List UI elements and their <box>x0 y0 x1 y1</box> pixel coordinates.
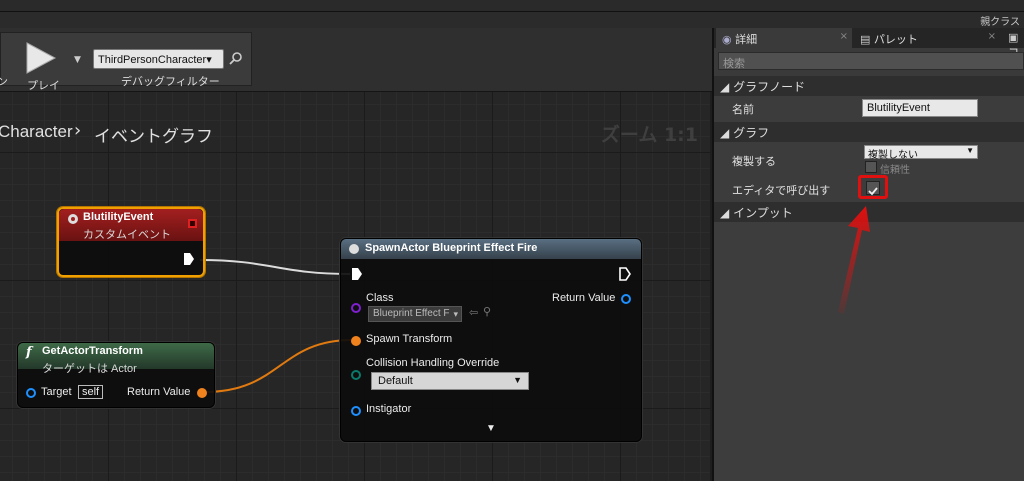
play-icon <box>26 42 57 74</box>
class-select-value: Blueprint Effect F <box>373 308 450 319</box>
chevron-down-icon: ▼ <box>513 375 522 385</box>
play-options-dropdown[interactable]: ▼ <box>74 55 81 65</box>
get-actor-transform-subtitle: ターゲットは Actor <box>42 363 137 375</box>
custom-event-node[interactable]: BlutilityEvent カスタムイベント <box>57 207 205 277</box>
title-bar: 親クラス <box>0 12 1024 28</box>
details-panel: ◉ 詳細 × ▤ パレット × ▣ コ 検索 ◢ グラフノード 名前 Blu <box>712 28 1024 481</box>
event-icon <box>68 214 78 224</box>
collision-pin-icon[interactable] <box>351 370 361 380</box>
replicate-row: 複製する 複製しない ▼ 信頼性 <box>714 142 1024 176</box>
blueprint-editor-window: 親クラス ン プレイ ▼ ThirdPersonCharacter▾ デバッグフ… <box>0 0 1024 481</box>
reliable-checkbox[interactable] <box>865 161 877 173</box>
transform-wire <box>204 339 353 393</box>
target-label: Target <box>41 386 72 398</box>
spawn-transform-pin-icon[interactable] <box>351 336 361 346</box>
browse-search-icon[interactable]: ⚲ <box>483 305 491 318</box>
instigator-label: Instigator <box>366 403 412 415</box>
collision-select-value: Default <box>378 375 413 387</box>
annotation-arrow-icon <box>838 206 870 314</box>
advanced-expand-icon[interactable]: ▼ <box>486 423 496 434</box>
tab-details[interactable]: ◉ 詳細 × <box>716 28 852 48</box>
window-title: 親クラス <box>980 17 1020 28</box>
name-label: 名前 <box>732 103 754 116</box>
search-placeholder: 検索 <box>723 57 745 70</box>
custom-event-title: BlutilityEvent <box>83 211 154 223</box>
class-pin-icon[interactable] <box>351 303 361 313</box>
play-button[interactable]: プレイ <box>21 41 73 92</box>
custom-event-header: BlutilityEvent カスタムイベント <box>59 209 203 241</box>
spawn-transform-label: Spawn Transform <box>366 333 453 345</box>
spawn-actor-title: SpawnActor Blueprint Effect Fire <box>365 242 538 254</box>
section-graph-node-label: グラフノード <box>733 80 806 94</box>
spawn-actor-node[interactable]: SpawnActor Blueprint Effect Fire Class B… <box>340 238 642 442</box>
toolbar: ン プレイ ▼ ThirdPersonCharacter▾ デバッグフィルター <box>0 28 712 92</box>
return-value-label: Return Value <box>552 292 616 304</box>
collision-label: Collision Handling Override <box>366 357 500 369</box>
play-button-label: プレイ <box>27 80 60 92</box>
exec-out-pin-icon[interactable] <box>183 252 195 266</box>
toolbar-button-group: ン プレイ ▼ ThirdPersonCharacter▾ デバッグフィルター <box>0 32 252 92</box>
section-graph-label: グラフ <box>733 126 770 140</box>
chevron-down-icon: ▼ <box>966 146 974 155</box>
details-icon: ◉ <box>722 33 732 46</box>
collapse-icon: ◢ <box>720 80 730 94</box>
exec-wire <box>199 259 351 275</box>
close-icon[interactable]: × <box>840 31 848 42</box>
replicate-select[interactable]: 複製しない ▼ <box>864 145 978 161</box>
use-selected-icon[interactable]: ⇦ <box>469 306 478 319</box>
replicate-select-value: 複製しない <box>868 150 918 161</box>
return-value-label: Return Value <box>127 386 191 398</box>
name-input-value: BlutilityEvent <box>867 102 930 114</box>
spawn-icon <box>349 244 359 254</box>
details-search-input[interactable]: 検索 <box>718 52 1024 70</box>
exec-in-pin-icon[interactable] <box>351 267 363 281</box>
class-select[interactable]: Blueprint Effect F ▾ <box>368 306 462 322</box>
get-actor-transform-header: f GetActorTransform ターゲットは Actor <box>18 343 214 375</box>
name-input[interactable]: BlutilityEvent <box>862 99 978 117</box>
get-actor-transform-title: GetActorTransform <box>42 345 143 357</box>
return-value-pin-icon[interactable] <box>621 294 631 304</box>
delegate-pin-icon[interactable] <box>188 219 197 228</box>
search-icon[interactable] <box>229 51 243 65</box>
debug-filter-value: ThirdPersonCharacter▾ <box>98 54 212 66</box>
section-inputs-label: インプット <box>733 206 793 220</box>
tab-palette[interactable]: ▤ パレット × <box>854 28 1000 48</box>
call-in-editor-row: エディタで呼び出す <box>714 175 1024 202</box>
close-icon[interactable]: × <box>988 31 996 42</box>
debug-filter-label: デバッグフィルター <box>121 75 220 88</box>
custom-event-subtitle: カスタムイベント <box>83 229 171 241</box>
highlight-box <box>858 175 888 199</box>
class-label: Class <box>366 292 394 304</box>
tab-compiler[interactable]: ▣ コ <box>1002 28 1024 59</box>
name-row: 名前 BlutilityEvent <box>714 96 1024 122</box>
debug-filter-select[interactable]: ThirdPersonCharacter▾ <box>93 49 224 69</box>
tab-details-label: 詳細 <box>735 33 758 46</box>
toolbar-cut-label: ン <box>0 75 8 88</box>
instigator-pin-icon[interactable] <box>351 406 361 416</box>
collapse-icon: ◢ <box>720 126 730 140</box>
collapse-icon: ◢ <box>720 206 730 220</box>
section-graph[interactable]: ◢ グラフ <box>714 122 1024 142</box>
event-graph-canvas[interactable]: Character › イベントグラフ ズーム 1:1 BlutilityEve… <box>0 92 710 481</box>
target-pin-icon[interactable] <box>26 388 36 398</box>
exec-out-pin-icon[interactable] <box>619 267 631 281</box>
section-graph-node[interactable]: ◢ グラフノード <box>714 76 1024 96</box>
reliable-label: 信頼性 <box>880 165 910 176</box>
spawn-actor-header: SpawnActor Blueprint Effect Fire <box>341 239 641 259</box>
collision-select[interactable]: Default ▼ <box>371 372 529 390</box>
function-icon: f <box>26 345 32 360</box>
get-actor-transform-node[interactable]: f GetActorTransform ターゲットは Actor Target … <box>17 342 215 408</box>
call-in-editor-label: エディタで呼び出す <box>732 184 831 197</box>
replicate-label: 複製する <box>732 155 776 168</box>
top-strip <box>0 0 1024 12</box>
return-value-pin-icon[interactable] <box>197 388 207 398</box>
compiler-icon: ▣ <box>1008 31 1019 44</box>
palette-icon: ▤ <box>860 33 871 46</box>
panel-tabs: ◉ 詳細 × ▤ パレット × ▣ コ <box>714 28 1024 59</box>
target-self-value: self <box>78 385 104 399</box>
tab-palette-label: パレット <box>873 33 918 46</box>
